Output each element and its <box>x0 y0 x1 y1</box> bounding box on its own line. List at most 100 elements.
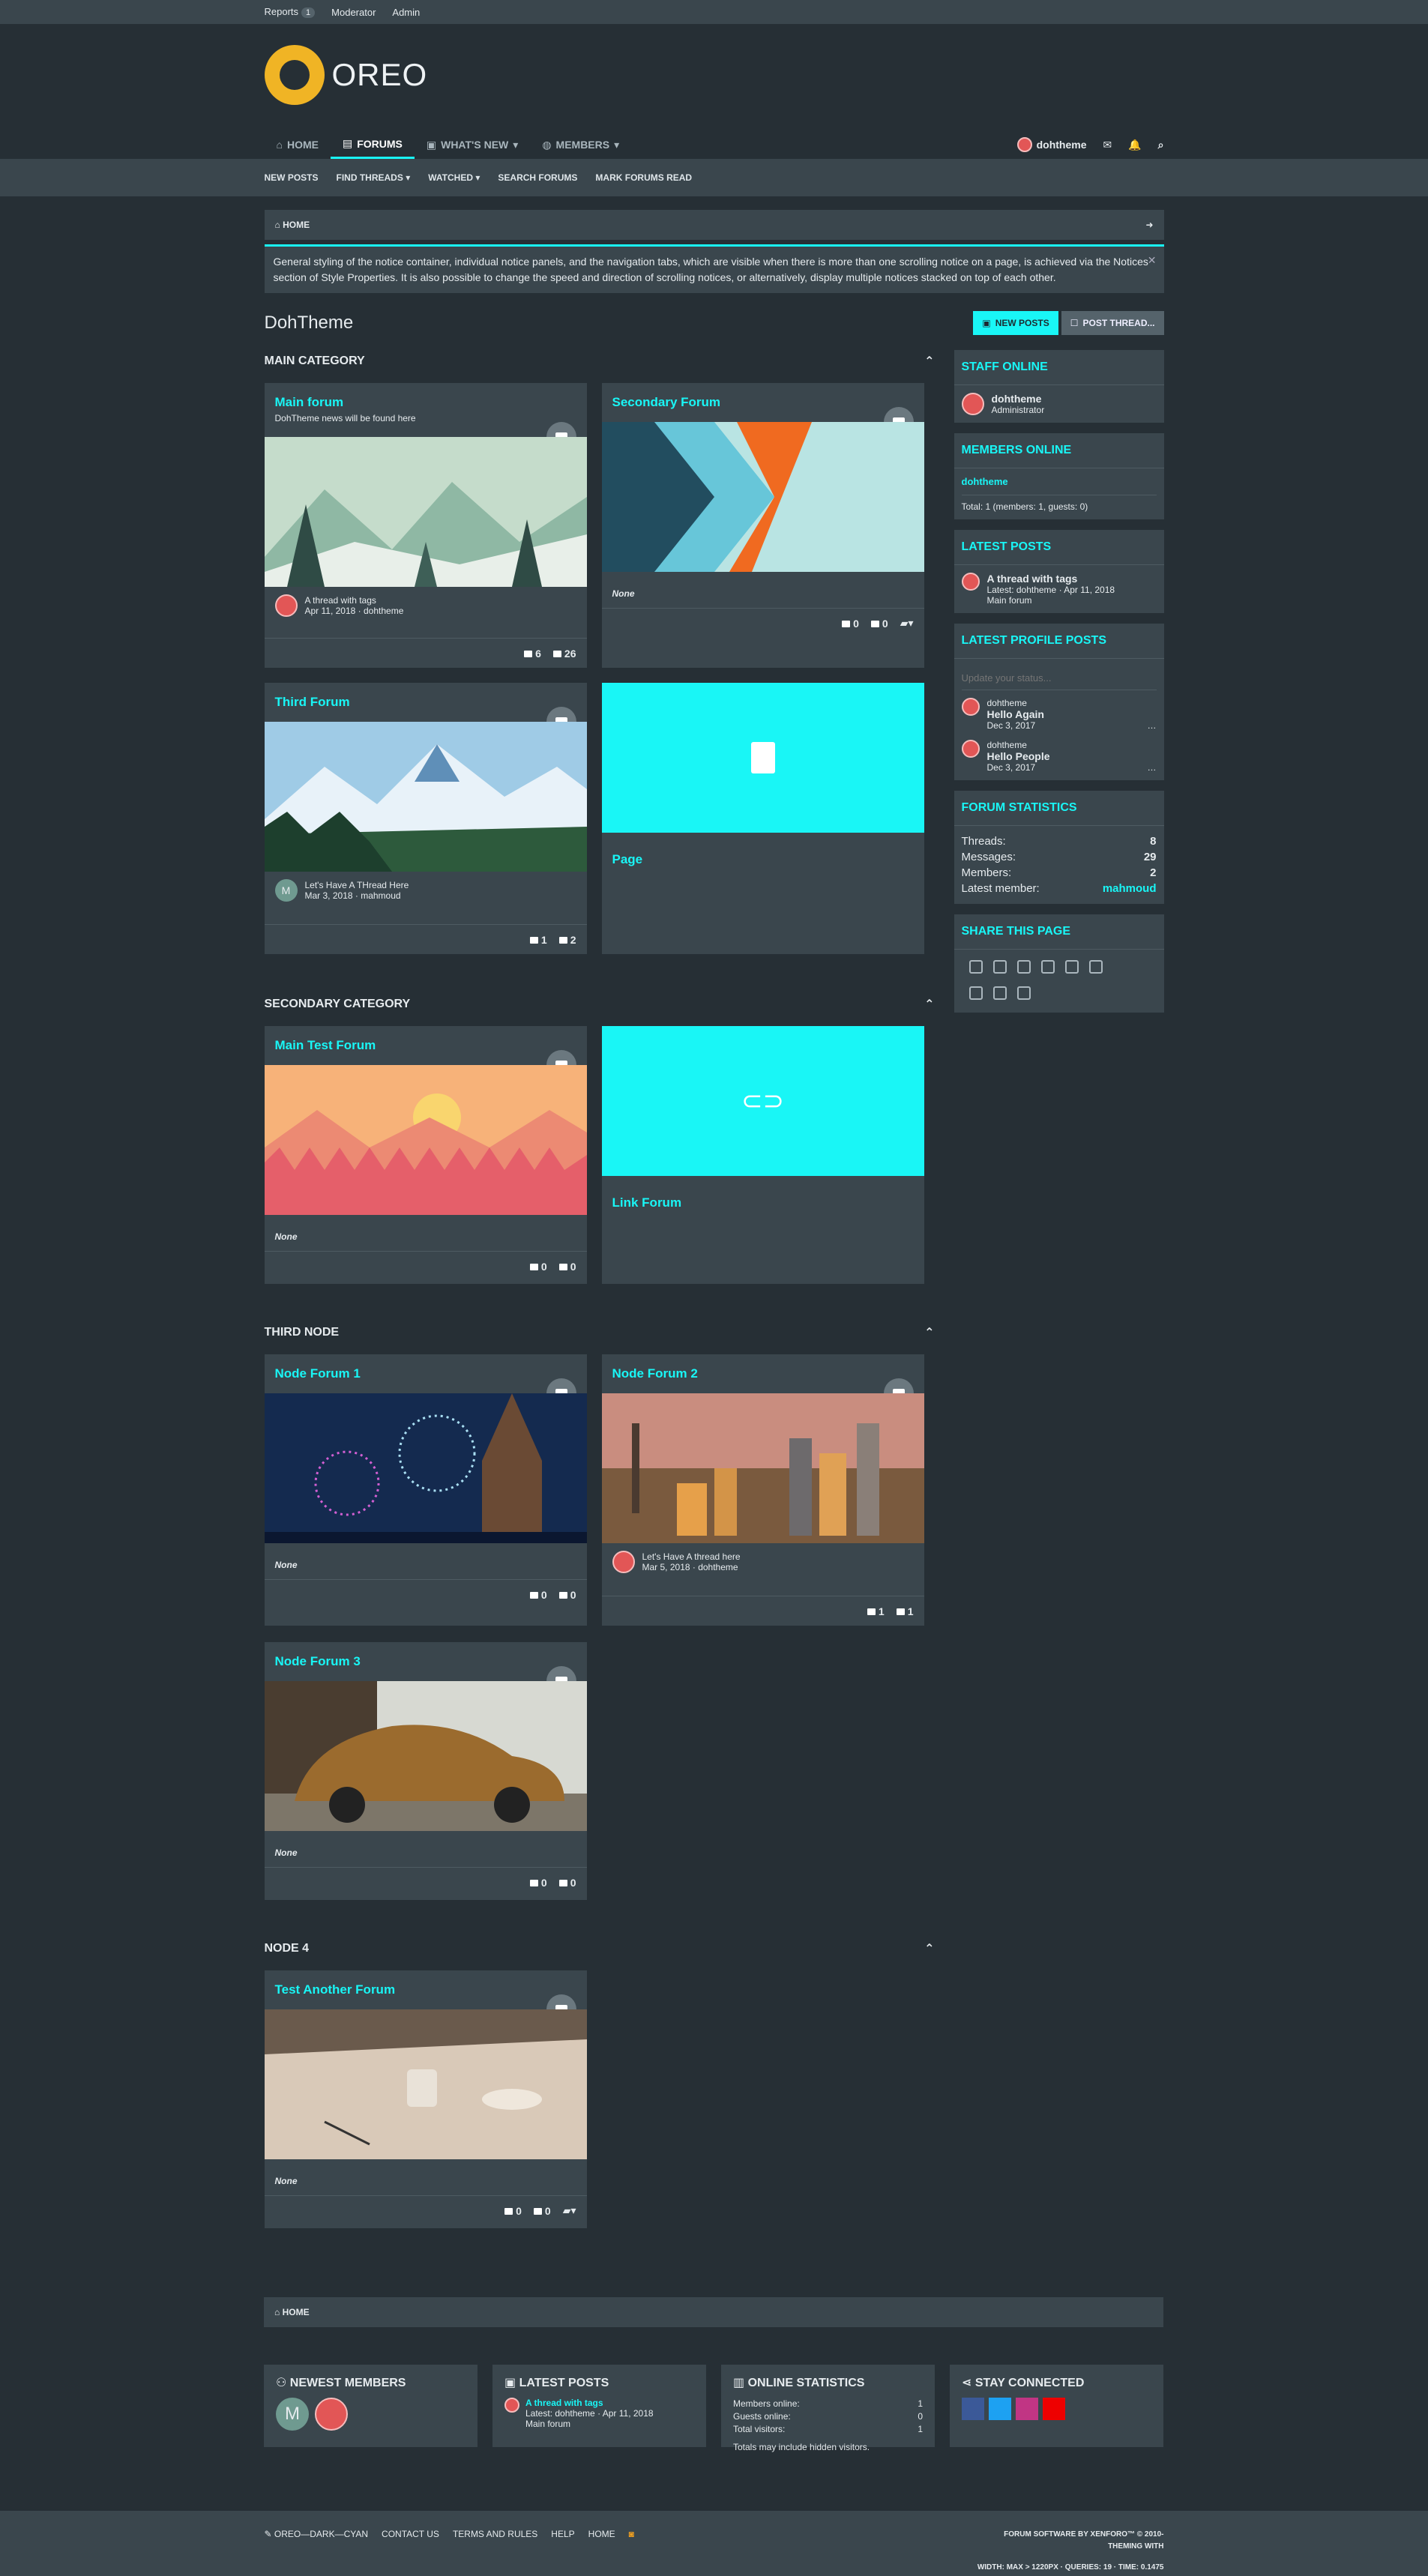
style-chooser[interactable]: ✎ OREO—DARK—CYAN <box>265 2529 369 2576</box>
chevron-up-icon[interactable]: ⌃ <box>924 1325 934 1340</box>
post-thread-button[interactable]: ☐ POST THREAD... <box>1061 311 1164 335</box>
page-title-link[interactable]: Page <box>602 840 654 867</box>
bell-icon[interactable]: 🔔 <box>1128 139 1141 151</box>
latest-member-link[interactable]: mahmoud <box>1103 881 1157 896</box>
forum-title[interactable]: Node Forum 3 <box>265 1642 587 1669</box>
google-plus-icon[interactable] <box>1016 960 1031 974</box>
share-arrow-icon[interactable]: ➜ <box>1145 220 1153 230</box>
pinterest-icon[interactable] <box>1064 960 1079 974</box>
link-forum-card[interactable]: ⊂⊃ Link Forum <box>601 1026 924 1284</box>
envelope-icon[interactable]: ✉ <box>1103 139 1112 151</box>
reddit-icon[interactable] <box>1040 960 1055 974</box>
close-icon[interactable]: ✕ <box>1148 253 1157 268</box>
page-card[interactable]: Page <box>601 683 924 954</box>
software-credit[interactable]: FORUM SOFTWARE BY XENFORO™ © 2010- <box>977 2529 1163 2541</box>
category-title[interactable]: SECONDARY CATEGORY <box>265 998 411 1011</box>
folder-icon[interactable]: ▰▾ <box>563 2204 576 2217</box>
avatar[interactable] <box>504 2398 519 2413</box>
avatar[interactable] <box>961 698 980 716</box>
site-logo[interactable]: OREO <box>264 45 428 105</box>
profile-post-user[interactable]: dohtheme <box>987 740 1157 750</box>
whatsapp-icon[interactable] <box>968 986 983 1000</box>
twitter-icon[interactable] <box>992 960 1007 974</box>
twitter-icon[interactable] <box>989 2398 1011 2420</box>
reports-link[interactable]: Reports 1 <box>265 6 316 18</box>
widget-title: ⚇ NEWEST MEMBERS <box>264 2365 477 2398</box>
tumblr-icon[interactable] <box>1088 960 1103 974</box>
breadcrumb-home[interactable]: ⌂ HOME <box>275 220 310 230</box>
forum-card-main-test-forum[interactable]: Main Test Forum None 0 0 <box>264 1026 587 1284</box>
forum-title[interactable]: Node Forum 2 <box>602 1354 924 1381</box>
link-forum-title[interactable]: Link Forum <box>602 1183 693 1210</box>
contact-link[interactable]: CONTACT US <box>382 2529 439 2576</box>
new-posts-button[interactable]: ▣ NEW POSTS <box>973 311 1058 335</box>
email-icon[interactable] <box>992 986 1007 1000</box>
subnav-mark-read[interactable]: MARK FORUMS READ <box>595 172 692 183</box>
forum-title[interactable]: Test Another Forum <box>265 1970 587 1997</box>
latest-post-forum[interactable]: Main forum <box>525 2419 654 2429</box>
latest-post-forum[interactable]: Main forum <box>987 595 1115 606</box>
folder-icon[interactable]: ▰▾ <box>900 617 914 630</box>
moderator-link[interactable]: Moderator <box>331 7 376 18</box>
subnav-find-threads[interactable]: FIND THREADS ▾ <box>337 172 411 183</box>
avatar[interactable] <box>961 573 980 591</box>
theming-credit[interactable]: THEMING WITH <box>977 2541 1163 2553</box>
staff-user[interactable]: dohtheme <box>992 393 1045 405</box>
forum-card-main-forum[interactable]: Main forum DohTheme news will be found h… <box>264 383 587 668</box>
user-menu[interactable]: dohtheme <box>1016 137 1086 152</box>
home-link[interactable]: HOME <box>588 2529 615 2576</box>
category-title[interactable]: THIRD NODE <box>265 1326 340 1339</box>
search-icon[interactable]: ⌕ <box>1158 139 1164 151</box>
tab-forums[interactable]: ▤ FORUMS <box>330 130 415 159</box>
forum-card-node-forum-3[interactable]: Node Forum 3 None 0 0 <box>264 1642 587 1900</box>
forum-card-test-another-forum[interactable]: Test Another Forum None 0 0 ▰▾ <box>264 1970 587 2228</box>
widget-title: STAFF ONLINE <box>953 350 1164 385</box>
chevron-up-icon[interactable]: ⌃ <box>924 1941 934 1956</box>
category-title[interactable]: MAIN CATEGORY <box>265 355 365 368</box>
tab-whats-new[interactable]: ▣ WHAT'S NEW ▾ <box>415 130 530 159</box>
subnav-new-posts[interactable]: NEW POSTS <box>265 172 319 183</box>
chevron-up-icon[interactable]: ⌃ <box>924 354 934 369</box>
forum-title[interactable]: Secondary Forum <box>602 383 924 410</box>
status-input[interactable] <box>961 666 1157 690</box>
avatar[interactable] <box>961 393 984 415</box>
chevron-up-icon[interactable]: ⌃ <box>924 997 934 1012</box>
chevron-down-icon: ▾ <box>475 172 480 183</box>
forum-card-secondary-forum[interactable]: Secondary Forum None 0 0 ▰▾ <box>601 383 924 668</box>
forum-title[interactable]: Main Test Forum <box>265 1026 587 1053</box>
forum-title[interactable]: Main forum <box>265 383 587 410</box>
rss-icon[interactable]: ◙ <box>629 2529 634 2576</box>
forum-title[interactable]: Third Forum <box>265 683 587 710</box>
online-user-link[interactable]: dohtheme <box>961 476 1157 495</box>
profile-post-user[interactable]: dohtheme <box>987 698 1157 708</box>
terms-link[interactable]: TERMS AND RULES <box>453 2529 537 2576</box>
facebook-icon[interactable] <box>968 960 983 974</box>
help-link[interactable]: HELP <box>551 2529 574 2576</box>
forum-card-node-forum-2[interactable]: Node Forum 2 Let's Have A thread here Mar… <box>601 1354 924 1626</box>
forum-title[interactable]: Node Forum 1 <box>265 1354 587 1381</box>
tab-forums-label: FORUMS <box>357 137 403 150</box>
subnav-watched[interactable]: WATCHED ▾ <box>428 172 480 183</box>
tab-home[interactable]: ⌂ HOME <box>265 130 331 159</box>
latest-thread-title[interactable]: Let's Have A thread here <box>642 1551 741 1562</box>
latest-post-title[interactable]: A thread with tags <box>525 2398 654 2408</box>
instagram-icon[interactable] <box>1016 2398 1038 2420</box>
avatar[interactable] <box>315 2398 348 2431</box>
youtube-icon[interactable] <box>1043 2398 1065 2420</box>
forum-card-third-forum[interactable]: Third Forum M Let's Have A THread Here Ma… <box>264 683 587 954</box>
admin-link[interactable]: Admin <box>392 7 420 18</box>
more-icon[interactable]: … <box>1148 762 1157 773</box>
breadcrumb-home[interactable]: ⌂ HOME <box>274 2307 310 2317</box>
tab-members[interactable]: ◍ MEMBERS ▾ <box>530 130 631 159</box>
forum-card-node-forum-1[interactable]: Node Forum 1 None 0 0 <box>264 1354 587 1626</box>
more-icon[interactable]: … <box>1148 720 1157 731</box>
category-title[interactable]: NODE 4 <box>265 1942 310 1955</box>
latest-thread-title[interactable]: A thread with tags <box>305 595 404 606</box>
link-icon[interactable] <box>1016 986 1031 1000</box>
subnav-search-forums[interactable]: SEARCH FORUMS <box>498 172 577 183</box>
avatar[interactable] <box>961 740 980 758</box>
facebook-icon[interactable] <box>962 2398 984 2420</box>
latest-post-title[interactable]: A thread with tags <box>987 573 1115 585</box>
avatar[interactable]: M <box>276 2398 309 2431</box>
latest-thread-title[interactable]: Let's Have A THread Here <box>305 880 409 890</box>
